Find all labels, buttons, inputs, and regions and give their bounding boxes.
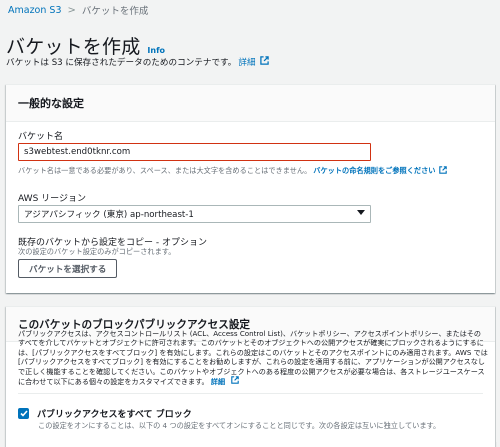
region-label: AWS リージョン xyxy=(18,194,86,204)
public-access-detail-link[interactable]: 詳細 xyxy=(211,377,225,386)
page-header: バケットを作成 Info xyxy=(6,32,165,59)
scrollbar[interactable] xyxy=(496,0,500,442)
block-all-hint: この設定をオンにすることは、以下の 4 つの設定をすべてオンにすることと同じです… xyxy=(38,421,441,430)
bucket-name-hint: バケット名は一意である必要があり、スペース、または大文字を含めることはできません… xyxy=(18,166,448,176)
breadcrumb: Amazon S3 > バケットを作成 xyxy=(8,3,149,18)
choose-bucket-button[interactable]: バケットを選択する xyxy=(18,259,118,278)
naming-rules-link[interactable]: バケットの命名規則をご参照ください xyxy=(313,166,435,176)
external-link-icon[interactable] xyxy=(259,56,269,68)
block-all-label: パブリックアクセスをすべて ブロック xyxy=(37,410,192,420)
page-description: バケットは S3 に保存されたデータのためのコンテナです。 詳細 xyxy=(6,56,269,68)
info-link[interactable]: Info xyxy=(147,46,165,55)
breadcrumb-link-s3[interactable]: Amazon S3 xyxy=(8,5,62,16)
detail-link[interactable]: 詳細 xyxy=(238,56,255,68)
page-title: バケットを作成 xyxy=(6,36,141,58)
region-select-value: アジアパシフィック (東京) ap-northeast-1 xyxy=(24,210,194,220)
bucket-name-hint-text: バケット名は一意である必要があり、スペース、または大文字を含めることはできません… xyxy=(18,166,312,175)
caret-down-icon xyxy=(357,209,365,219)
bucket-name-label: バケット名 xyxy=(18,132,64,142)
chevron-right-icon: > xyxy=(67,4,76,16)
block-all-public-access-row[interactable]: パブリックアクセスをすべて ブロック xyxy=(18,407,192,420)
block-public-access-description: パブリックアクセスは、アクセスコントロールリスト (ACL、Access Con… xyxy=(18,329,488,386)
breadcrumb-current: バケットを作成 xyxy=(81,6,149,17)
region-select[interactable]: アジアパシフィック (東京) ap-northeast-1 xyxy=(18,205,371,223)
external-link-icon[interactable] xyxy=(439,166,448,176)
general-settings-panel: 一般的な設定 バケット名 s3webtest.end0tknr.com バケット… xyxy=(6,84,495,293)
block-public-access-panel: このバケットのブロックパブリックアクセス設定 パブリックアクセスは、アクセスコン… xyxy=(6,306,495,447)
general-settings-header: 一般的な設定 xyxy=(6,85,495,122)
external-link-icon[interactable] xyxy=(231,376,240,386)
copy-settings-hint: 次の設定のバケット設定のみがコピーされます。 xyxy=(18,247,176,256)
block-all-checkbox[interactable] xyxy=(18,408,29,419)
block-public-access-description-text: パブリックアクセスは、アクセスコントロールリスト (ACL、Access Con… xyxy=(18,329,488,387)
section-divider xyxy=(18,393,483,394)
page-description-text: バケットは S3 に保存されたデータのためのコンテナです。 xyxy=(6,58,237,68)
bucket-name-input[interactable]: s3webtest.end0tknr.com xyxy=(18,143,371,161)
